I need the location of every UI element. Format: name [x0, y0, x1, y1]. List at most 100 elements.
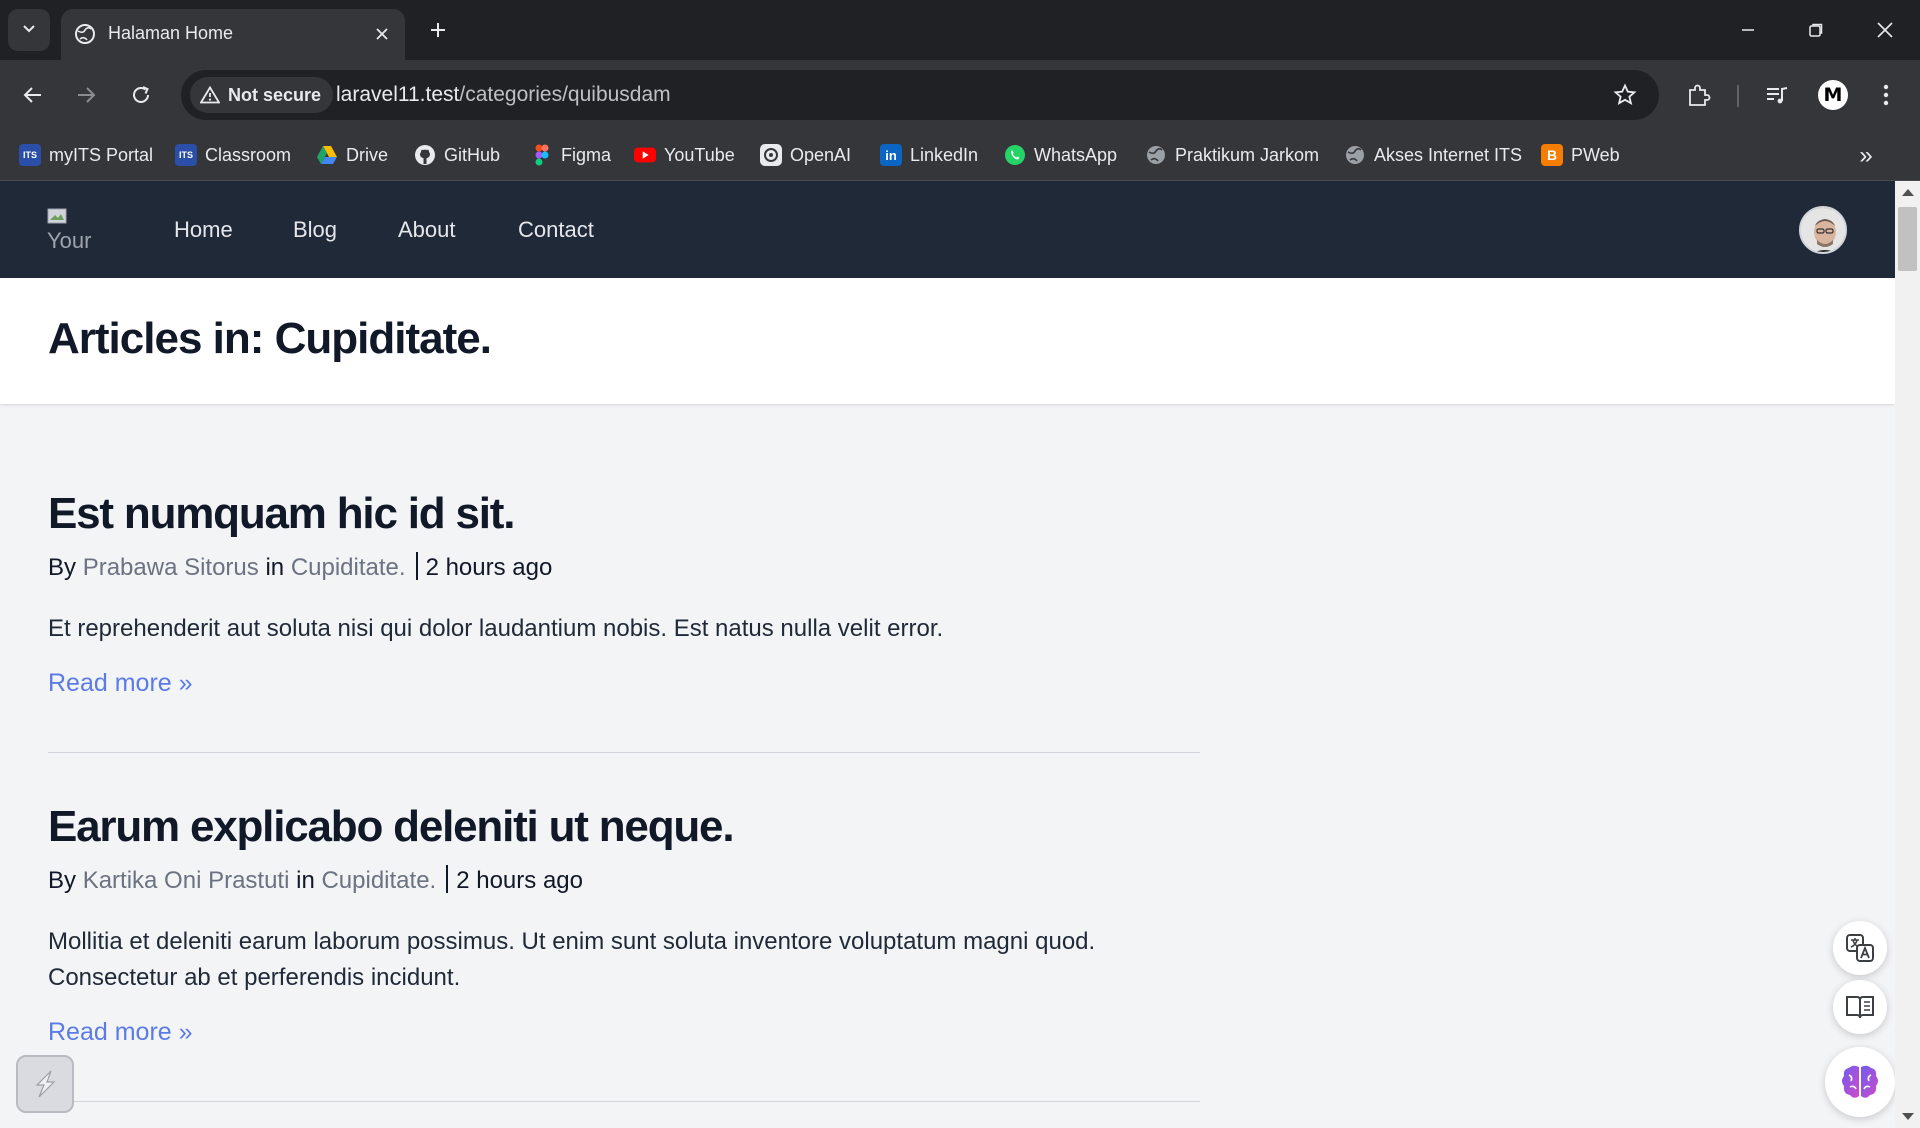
translate-icon — [1846, 934, 1874, 962]
toolbar-separator — [1737, 85, 1739, 107]
article-title[interactable]: Est numquam hic id sit. — [48, 488, 1200, 540]
restore-icon — [1809, 23, 1823, 37]
reload-icon — [133, 86, 149, 103]
extensions-button[interactable] — [1681, 77, 1717, 113]
post-time: 2 hours ago — [456, 867, 583, 894]
more-bookmarks-icon[interactable]: » — [1850, 140, 1882, 172]
active-tab[interactable]: Halaman Home — [61, 9, 405, 60]
category-link[interactable]: Cupiditate. — [321, 867, 436, 894]
forward-button[interactable] — [68, 77, 104, 113]
category-link[interactable]: Cupiditate. — [291, 554, 406, 581]
by-label: By — [48, 867, 77, 894]
author-link[interactable]: Prabawa Sitorus — [83, 554, 259, 581]
bookmark-openai[interactable]: OpenAI — [760, 139, 851, 171]
browser-toolbar: Not secure laravel11.test/categories/qui… — [0, 60, 1920, 130]
article-title[interactable]: Earum explicabo deleniti ut neque. — [48, 801, 1200, 853]
its-icon: ITS — [175, 144, 197, 166]
article-excerpt: Mollitia et deleniti earum laborum possi… — [48, 928, 1096, 991]
bookmark-praktikum-jarkom[interactable]: Praktikum Jarkom — [1145, 139, 1319, 171]
bookmark-pweb[interactable]: B PWeb — [1541, 139, 1620, 171]
reader-mode-button[interactable] — [1833, 980, 1887, 1034]
translate-button[interactable] — [1833, 921, 1887, 975]
github-icon — [414, 144, 436, 166]
in-label: in — [296, 867, 315, 894]
site-navbar: Your Home Blog About Contact — [0, 181, 1895, 278]
scroll-down-arrow-icon[interactable] — [1902, 1113, 1914, 1120]
security-chip[interactable]: Not secure — [190, 77, 334, 113]
page-viewport: Your Home Blog About Contact Articles in… — [0, 181, 1895, 1128]
address-bar[interactable]: Not secure laravel11.test/categories/qui… — [181, 70, 1659, 120]
bookmark-akses-internet-its[interactable]: Akses Internet ITS — [1344, 139, 1522, 171]
by-label: By — [48, 554, 77, 581]
close-window-button[interactable] — [1863, 8, 1907, 52]
reload-button[interactable] — [123, 77, 159, 113]
globe-icon — [73, 22, 97, 46]
media-control-button[interactable] — [1759, 77, 1795, 113]
profile-avatar[interactable]: M — [1818, 80, 1848, 110]
nav-blog[interactable]: Blog — [293, 217, 337, 243]
author-link[interactable]: Kartika Oni Prastuti — [83, 867, 290, 894]
menu-button[interactable] — [1868, 77, 1904, 113]
whatsapp-icon — [1004, 144, 1026, 166]
blogger-icon: B — [1541, 144, 1563, 166]
bookmark-label: Drive — [346, 144, 389, 165]
article-meta: By Kartika Oni Prastuti in Cupiditate. 2 … — [48, 865, 1200, 896]
tab-search-button[interactable] — [8, 9, 50, 51]
article-divider — [48, 1101, 1200, 1102]
openai-icon — [760, 144, 782, 166]
nav-home[interactable]: Home — [174, 217, 233, 243]
bookmark-star-button[interactable] — [1607, 77, 1643, 113]
site-logo[interactable]: Your — [47, 205, 97, 255]
minimize-button[interactable] — [1726, 8, 1770, 52]
tab-strip: Halaman Home — [0, 0, 1920, 60]
bookmark-classroom[interactable]: ITS Classroom — [175, 139, 291, 171]
globe-icon — [1344, 144, 1366, 166]
bookmark-github[interactable]: GitHub — [414, 139, 500, 171]
bookmark-figma[interactable]: Figma — [531, 139, 611, 171]
bookmark-drive[interactable]: Drive — [316, 139, 388, 171]
bookmark-label: YouTube — [664, 144, 735, 165]
tab-title: Halaman Home — [108, 23, 234, 43]
article-meta: By Prabawa Sitorus in Cupiditate. 2 hours… — [48, 552, 1200, 583]
read-more-link[interactable]: Read more » — [48, 1018, 193, 1047]
meta-divider — [446, 865, 449, 893]
logo-alt-text: Your — [47, 228, 92, 253]
warning-icon — [200, 86, 220, 104]
arrow-left-icon — [23, 87, 41, 103]
scroll-up-arrow-icon[interactable] — [1902, 189, 1914, 196]
back-button[interactable] — [15, 77, 51, 113]
ai-assistant-button[interactable] — [1825, 1047, 1895, 1117]
page-title: Articles in: Cupiditate. — [48, 314, 492, 363]
nav-contact[interactable]: Contact — [518, 217, 594, 243]
restore-button[interactable] — [1794, 8, 1838, 52]
read-more-link[interactable]: Read more » — [48, 669, 193, 698]
kebab-menu-icon — [1883, 84, 1889, 106]
new-tab-button[interactable] — [420, 12, 456, 48]
user-photo-icon — [1801, 208, 1845, 252]
in-label: in — [265, 554, 285, 581]
article-card: Earum explicabo deleniti ut neque. By Ka… — [48, 801, 1200, 1047]
figma-icon — [531, 144, 553, 166]
chevron-down-icon — [21, 20, 37, 41]
bookmark-whatsapp[interactable]: WhatsApp — [1004, 139, 1117, 171]
playlist-music-icon — [1767, 87, 1788, 104]
drive-icon — [316, 144, 338, 166]
url-text[interactable]: laravel11.test/categories/quibusdam — [336, 83, 671, 107]
extension-launcher-button[interactable] — [16, 1055, 74, 1113]
minimize-icon — [1742, 29, 1754, 31]
scroll-thumb[interactable] — [1898, 207, 1917, 271]
bookmark-label: myITS Portal — [49, 144, 154, 165]
nav-about[interactable]: About — [398, 217, 456, 243]
security-label: Not secure — [228, 84, 322, 105]
bookmark-myits-portal[interactable]: ITS myITS Portal — [19, 139, 153, 171]
post-time: 2 hours ago — [425, 554, 553, 581]
bookmark-youtube[interactable]: YouTube — [634, 139, 735, 171]
star-icon — [1613, 83, 1637, 106]
user-avatar[interactable] — [1799, 206, 1847, 254]
bookmark-label: GitHub — [444, 144, 501, 165]
page-scrollbar[interactable] — [1895, 181, 1920, 1128]
bookmark-linkedin[interactable]: in LinkedIn — [880, 139, 978, 171]
puzzle-icon — [1689, 84, 1711, 106]
bookmark-label: PWeb — [1571, 144, 1620, 165]
close-tab-icon[interactable] — [367, 19, 397, 49]
